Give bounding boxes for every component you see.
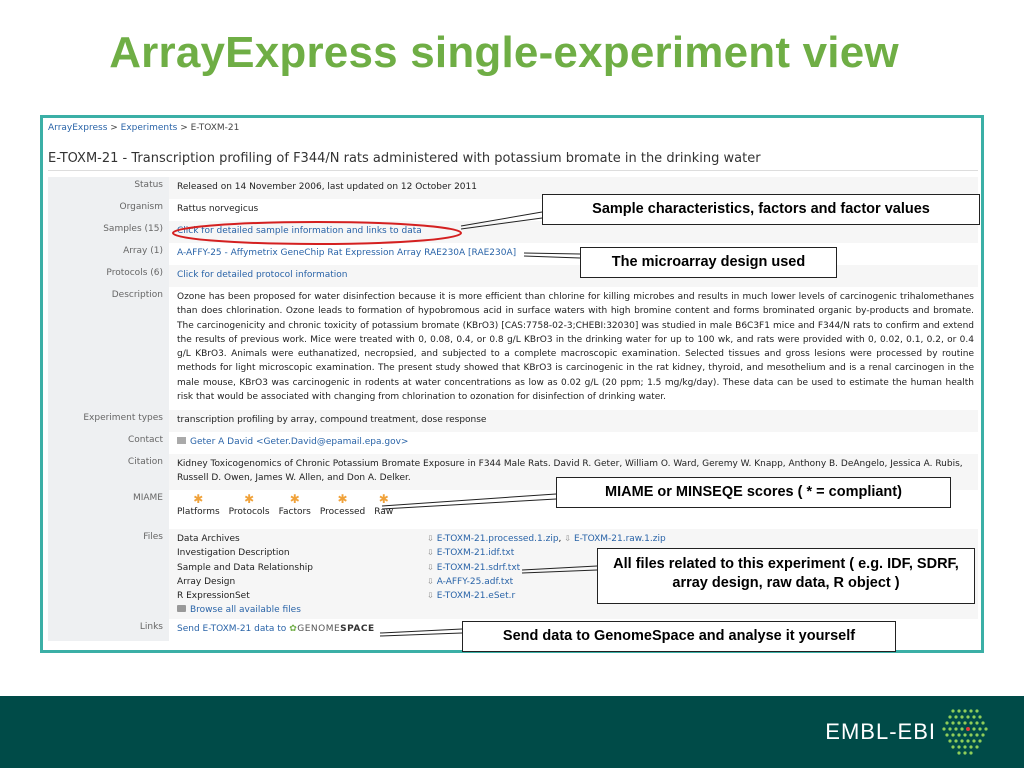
row-contact: Contact Geter A David <Geter.David@epama… — [48, 432, 978, 454]
files-row-label: Sample and Data Relationship — [177, 562, 313, 573]
row-description: Description Ozone has been proposed for … — [48, 287, 978, 410]
adf-file-link[interactable]: A-AFFY-25.adf.txt — [427, 577, 513, 587]
files-row-label: Investigation Description — [177, 548, 290, 559]
experiment-types-value: transcription profiling by array, compou… — [169, 410, 978, 432]
array-link[interactable]: A-AFFY-25 - Affymetrix GeneChip Rat Expr… — [177, 248, 516, 258]
description-value: Ozone has been proposed for water disinf… — [169, 287, 978, 410]
callout-array: The microarray design used — [580, 247, 837, 278]
embl-ebi-dots-icon — [942, 709, 988, 755]
genomespace-logo[interactable]: ✿GENOMESPACE — [289, 624, 374, 634]
miame-raw: ✱ Raw — [374, 492, 394, 517]
breadcrumb-current: E-TOXM-21 — [190, 123, 240, 133]
embl-ebi-logo: EMBL-EBI — [825, 719, 936, 744]
star-icon: ✱ — [193, 492, 204, 506]
send-to-genomespace-link[interactable]: Send E-TOXM-21 data to — [177, 624, 286, 634]
callout-miame: MIAME or MINSEQE scores ( * = compliant) — [556, 477, 951, 508]
row-array: Array (1) A-AFFY-25 - Affymetrix GeneChi… — [48, 243, 978, 265]
title-divider — [48, 170, 978, 171]
files-row-label: R ExpressionSet — [177, 591, 250, 602]
contact-link[interactable]: Geter A David <Geter.David@epamail.epa.g… — [190, 437, 408, 447]
slide-title: ArrayExpress single-experiment view — [109, 28, 899, 77]
breadcrumb: ArrayExpress > Experiments > E-TOXM-21 — [48, 123, 239, 133]
files-row-label: Data Archives — [177, 534, 240, 544]
mail-icon — [177, 437, 186, 444]
idf-file-link[interactable]: E-TOXM-21.idf.txt — [427, 548, 514, 558]
eset-file-link[interactable]: E-TOXM-21.eSet.r — [427, 591, 515, 601]
row-experiment-types: Experiment types transcription profiling… — [48, 410, 978, 432]
breadcrumb-separator: > — [107, 123, 121, 133]
star-icon: ✱ — [337, 492, 348, 506]
protocols-label: Protocols (6) — [48, 265, 169, 287]
contact-label: Contact — [48, 432, 169, 454]
breadcrumb-separator: > — [177, 123, 191, 133]
breadcrumb-experiments-link[interactable]: Experiments — [121, 123, 178, 133]
callout-links: Send data to GenomeSpace and analyse it … — [462, 621, 896, 652]
browse-files-link[interactable]: Browse all available files — [190, 605, 301, 615]
description-label: Description — [48, 287, 169, 410]
callout-samples: Sample characteristics, factors and fact… — [542, 194, 980, 225]
star-icon: ✱ — [289, 492, 300, 506]
miame-platforms: ✱ Platforms — [177, 492, 220, 517]
miame-processed: ✱ Processed — [319, 492, 366, 517]
samples-label: Samples (15) — [48, 221, 169, 243]
miame-factors: ✱ Factors — [278, 492, 311, 517]
breadcrumb-home-link[interactable]: ArrayExpress — [48, 123, 107, 133]
experiment-types-label: Experiment types — [48, 410, 169, 432]
samples-link[interactable]: Click for detailed sample information an… — [177, 226, 422, 236]
experiment-title: E-TOXM-21 - Transcription profiling of F… — [48, 151, 761, 166]
sdrf-file-link[interactable]: E-TOXM-21.sdrf.txt — [427, 563, 520, 573]
links-label: Links — [48, 619, 169, 641]
star-icon: ✱ — [378, 492, 389, 506]
footer-bar: EMBL-EBI — [0, 696, 1024, 768]
files-label: Files — [48, 529, 169, 619]
status-label: Status — [48, 177, 169, 199]
miame-label: MIAME — [48, 490, 169, 529]
processed-zip-link[interactable]: E-TOXM-21.processed.1.zip — [427, 534, 559, 544]
protocols-link[interactable]: Click for detailed protocol information — [177, 270, 347, 280]
files-row-label: Array Design — [177, 576, 236, 587]
callout-files: All files related to this experiment ( e… — [597, 548, 975, 604]
array-label: Array (1) — [48, 243, 169, 265]
row-protocols: Protocols (6) Click for detailed protoco… — [48, 265, 978, 287]
organism-label: Organism — [48, 199, 169, 221]
citation-label: Citation — [48, 454, 169, 490]
folder-icon — [177, 605, 186, 613]
star-icon: ✱ — [244, 492, 255, 506]
raw-zip-link[interactable]: E-TOXM-21.raw.1.zip — [564, 534, 665, 544]
miame-protocols: ✱ Protocols — [228, 492, 270, 517]
